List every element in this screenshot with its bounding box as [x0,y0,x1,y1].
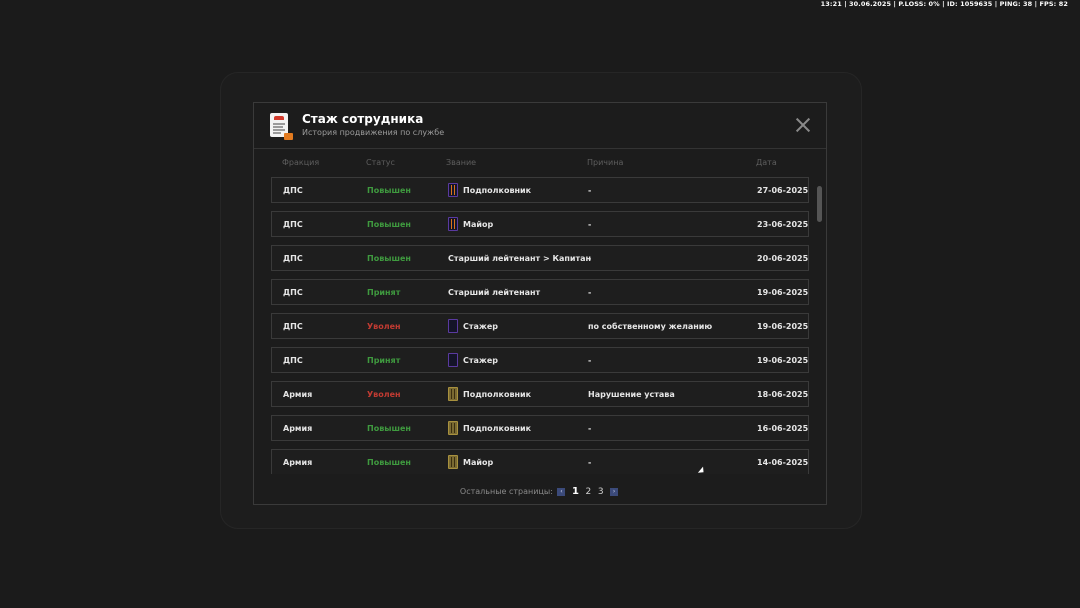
row-reason: - [588,356,592,365]
close-icon[interactable] [795,117,811,133]
row-date: 19-06-2025 [757,288,809,297]
row-faction: ДПС [283,356,303,365]
history-table[interactable]: ДПС Повышен Подполковник - 27-06-2025 ДПС Повы… [271,177,811,474]
dps-epaulette-icon [448,217,458,231]
army-epaulette-icon [448,387,458,401]
row-faction: ДПС [283,220,303,229]
table-row[interactable]: Армия Уволен Подполковник Нарушение устава 1… [271,381,809,407]
document-icon [270,113,293,140]
row-status: Принят [367,356,401,365]
row-faction: Армия [283,424,313,433]
row-rank: Старший лейтенант > Капитан [448,254,592,263]
table-row[interactable]: ДПС Повышен Майор - 23-06-2025 [271,211,809,237]
row-date: 14-06-2025 [757,458,809,467]
modal-subtitle: История продвижения по службе [302,128,445,137]
row-reason: - [588,254,592,263]
row-date: 19-06-2025 [757,356,809,365]
table-row[interactable]: Армия Повышен Майор - 14-06-2025 [271,449,809,474]
table-row[interactable]: ДПС Уволен Стажер по собственному желанию 19… [271,313,809,339]
page-3-button[interactable]: 3 [598,487,604,497]
table-row[interactable]: ДПС Принят Старший лейтенант - 19-06-2025 [271,279,809,305]
army-epaulette-icon [448,455,458,469]
row-faction: ДПС [283,186,303,195]
row-status: Принят [367,288,401,297]
row-date: 27-06-2025 [757,186,809,195]
table-row[interactable]: ДПС Повышен Старший лейтенант > Капитан - 20… [271,245,809,271]
service-history-modal: Стаж сотрудника История продвижения по с… [253,102,827,505]
row-status: Уволен [367,390,401,399]
row-date: 16-06-2025 [757,424,809,433]
row-status: Повышен [367,220,411,229]
row-reason: по собственному желанию [588,322,713,331]
column-header-status: Статус [366,158,395,167]
row-status: Повышен [367,186,411,195]
row-reason: - [588,186,592,195]
row-rank: Стажер [463,356,499,365]
next-page-icon[interactable]: › [610,487,619,496]
row-date: 23-06-2025 [757,220,809,229]
table-row[interactable]: ДПС Повышен Подполковник - 27-06-2025 [271,177,809,203]
row-date: 19-06-2025 [757,322,809,331]
hud-status-bar: 13:21 | 30.06.2025 | P.LOSS: 0% | ID: 10… [820,0,1068,8]
row-rank: Подполковник [463,424,532,433]
dps-epaulette-icon [448,183,458,197]
row-rank: Майор [463,458,494,467]
row-reason: - [588,424,592,433]
row-rank: Стажер [463,322,499,331]
column-header-date: Дата [756,158,777,167]
row-rank: Майор [463,220,494,229]
row-status: Повышен [367,254,411,263]
pagination-label: Остальные страницы: [459,487,553,496]
row-reason: - [588,288,592,297]
plain-epaulette-icon [448,319,458,333]
row-status: Повышен [367,458,411,467]
page-2-button[interactable]: 2 [586,487,592,497]
column-header-rank: Звание [446,158,477,167]
row-rank: Подполковник [463,186,532,195]
page-1-button[interactable]: 1 [572,486,579,497]
modal-title: Стаж сотрудника [302,112,424,126]
row-rank: Подполковник [463,390,532,399]
row-faction: ДПС [283,322,303,331]
column-header-reason: Причина [587,158,624,167]
row-faction: Армия [283,390,313,399]
row-date: 18-06-2025 [757,390,809,399]
pagination: Остальные страницы: ‹ 1 2 3 › [254,486,826,497]
column-header-faction: Фракция [282,158,320,167]
prev-page-icon[interactable]: ‹ [557,487,566,496]
row-faction: ДПС [283,254,303,263]
plain-epaulette-icon [448,353,458,367]
row-status: Уволен [367,322,401,331]
row-reason: Нарушение устава [588,390,675,399]
row-reason: - [588,220,592,229]
row-rank: Старший лейтенант [448,288,541,297]
row-faction: ДПС [283,288,303,297]
army-epaulette-icon [448,421,458,435]
row-status: Повышен [367,424,411,433]
modal-header: Стаж сотрудника История продвижения по с… [254,103,826,149]
table-row[interactable]: ДПС Принят Стажер - 19-06-2025 [271,347,809,373]
row-reason: - [588,458,592,467]
row-faction: Армия [283,458,313,467]
table-row[interactable]: Армия Повышен Подполковник - 16-06-2025 [271,415,809,441]
scrollbar-thumb[interactable] [817,186,822,222]
row-date: 20-06-2025 [757,254,809,263]
